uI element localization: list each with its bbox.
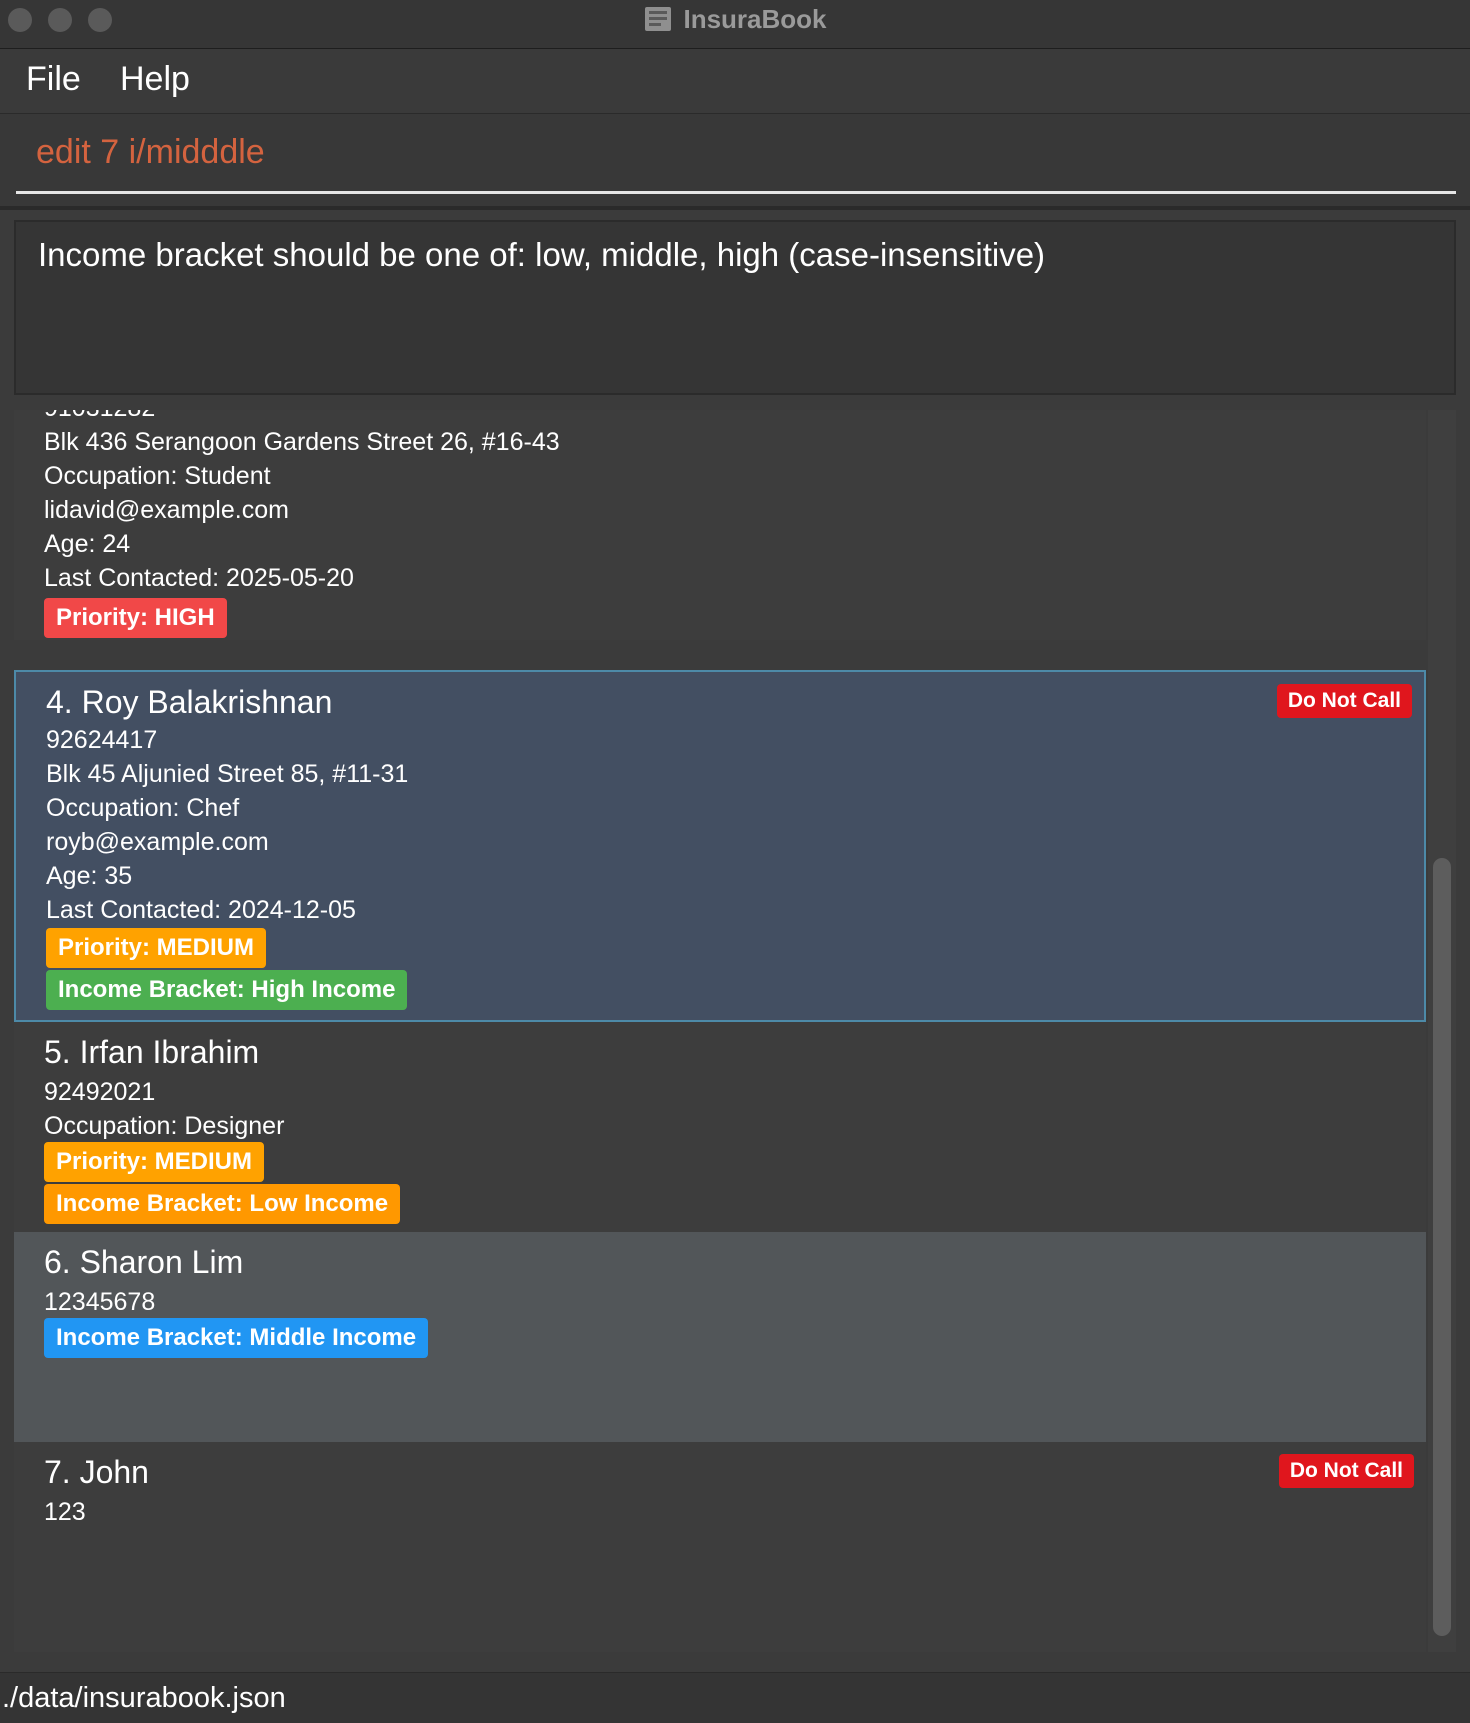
person-email: royb@example.com (46, 828, 269, 856)
person-card[interactable]: 91031282 Blk 436 Serangoon Gardens Stree… (14, 410, 1426, 640)
command-box (0, 114, 1470, 210)
priority-tag: Priority: MEDIUM (44, 1142, 265, 1182)
priority-tag: Priority: HIGH (44, 598, 227, 638)
person-phone: 92624417 (46, 726, 158, 754)
person-address: Blk 436 Serangoon Gardens Street 26, #16… (44, 428, 560, 456)
command-input[interactable] (16, 114, 1456, 194)
person-occupation: Occupation: Chef (46, 794, 240, 822)
menu-help[interactable]: Help (120, 60, 190, 99)
menu-bar: File Help (0, 49, 1470, 114)
person-name: 7. John (44, 1454, 149, 1490)
save-file-path: ./data/insurabook.json (2, 1682, 286, 1714)
priority-tag: Priority: MEDIUM (46, 928, 267, 968)
do-not-call-badge: Do Not Call (1278, 1454, 1414, 1488)
person-phone: 12345678 (44, 1288, 156, 1316)
title-bar: InsuraBook (0, 0, 1470, 49)
status-bar: ./data/insurabook.json (0, 1672, 1470, 1723)
person-occupation: Occupation: Designer (44, 1112, 285, 1140)
window-title-text: InsuraBook (683, 4, 827, 34)
scrollbar-thumb[interactable] (1433, 858, 1451, 1636)
person-name: 5. Irfan Ibrahim (44, 1034, 260, 1070)
person-phone: 91031282 (44, 410, 155, 423)
person-phone: 123 (44, 1498, 86, 1526)
person-occupation: Occupation: Student (44, 462, 271, 490)
do-not-call-badge: Do Not Call (1276, 684, 1412, 718)
result-display: Income bracket should be one of: low, mi… (14, 220, 1456, 395)
person-age: Age: 35 (46, 862, 133, 890)
person-list[interactable]: 91031282 Blk 436 Serangoon Gardens Stree… (0, 410, 1470, 1672)
person-age: Age: 24 (44, 530, 131, 558)
person-email: lidavid@example.com (44, 496, 289, 524)
person-last-contacted: Last Contacted: 2024-12-05 (46, 896, 356, 924)
income-bracket-tag: Income Bracket: Middle Income (44, 1318, 429, 1358)
income-bracket-tag: Income Bracket: High Income (46, 970, 408, 1010)
address-book-icon (645, 7, 672, 31)
person-card[interactable]: 5. Irfan Ibrahim 92492021 Occupation: De… (14, 1022, 1426, 1232)
person-card[interactable]: 7. John Do Not Call 123 (14, 1442, 1426, 1652)
window-title: InsuraBook (0, 2, 1470, 36)
person-card[interactable]: 4. Roy Balakrishnan Do Not Call 92624417… (14, 670, 1426, 1022)
person-address: Blk 45 Aljunied Street 85, #11-31 (46, 760, 409, 788)
income-bracket-tag: Income Bracket: Low Income (44, 1184, 401, 1224)
menu-file[interactable]: File (26, 60, 81, 99)
person-last-contacted: Last Contacted: 2025-05-20 (44, 564, 354, 592)
person-name: 6. Sharon Lim (44, 1244, 244, 1280)
person-name: 4. Roy Balakrishnan (46, 684, 333, 720)
list-scrollbar[interactable] (1428, 410, 1456, 1652)
result-message: Income bracket should be one of: low, mi… (38, 236, 1046, 273)
person-card[interactable]: 6. Sharon Lim 12345678 Income Bracket: M… (14, 1232, 1426, 1442)
person-phone: 92492021 (44, 1078, 156, 1106)
